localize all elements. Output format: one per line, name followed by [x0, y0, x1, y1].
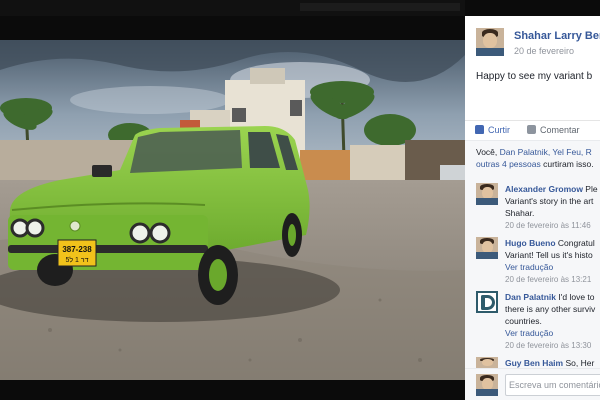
speech-bubble-icon [527, 125, 536, 134]
theater-top-bar [0, 0, 465, 16]
theater-bottom-bar [0, 380, 465, 400]
likers-names-link[interactable]: Dan Palatnik, Yel Feu, R [500, 147, 592, 157]
comment-timestamp[interactable]: 20 de fevereiro às 13:30 [505, 341, 591, 350]
comment-text: Ple [582, 184, 598, 194]
comment-timestamp[interactable]: 20 de fevereiro às 13:21 [505, 275, 591, 284]
thumbs-up-icon [475, 125, 484, 134]
facebook-photo-theater: 387-238 דר 1 ל5 Shahar Larry Ben 20 de f… [0, 0, 600, 400]
license-plate-number: 387-238 [62, 245, 92, 254]
translate-link[interactable]: Ver tradução [505, 328, 553, 338]
likes-summary: Você, Dan Palatnik, Yel Feu, R outras 4 … [465, 140, 600, 178]
likes-line-2: outras 4 pessoas curtiram isso. [476, 159, 594, 169]
comment-author[interactable]: Hugo Bueno Congratul [505, 238, 595, 248]
likes-prefix: Você, [476, 147, 500, 157]
current-user-avatar [476, 374, 498, 396]
car-photo: 387-238 דר 1 ל5 [0, 40, 465, 380]
comment-text: Congratul [555, 238, 595, 248]
license-plate-sub: דר 1 ל5 [65, 256, 88, 264]
post-side-panel: Shahar Larry Ben 20 de fevereiro Happy t… [465, 16, 600, 400]
comment-composer: Escreva um comentário [465, 368, 600, 400]
comment-text-line: countries. [505, 316, 542, 326]
dp-logo-avatar[interactable] [476, 291, 498, 313]
comment-author[interactable]: Dan Palatnik I'd love to [505, 292, 595, 302]
comment-button[interactable]: Comentar [527, 125, 580, 135]
poster-name[interactable]: Shahar Larry Ben [514, 30, 600, 42]
translate-link[interactable]: Ver tradução [505, 262, 553, 272]
photo-viewer[interactable]: 387-238 דר 1 ל5 [0, 40, 465, 380]
likes-line-1: Você, Dan Palatnik, Yel Feu, R [476, 147, 592, 157]
other-likers-link[interactable]: outras 4 pessoas [476, 159, 541, 169]
comment-input[interactable]: Escreva um comentário [505, 374, 600, 396]
post-actions-bar: Curtir Comentar [465, 120, 600, 140]
comment-author[interactable]: Guy Ben Haim So, Her [505, 358, 594, 368]
like-label: Curtir [488, 125, 510, 135]
comment-text-line: Shahar. [505, 208, 535, 218]
poster-avatar[interactable] [476, 28, 504, 56]
comment-text: I'd love to [556, 292, 595, 302]
post-date[interactable]: 20 de fevereiro [514, 46, 574, 56]
comments-list: Alexander Gromow Ple Variant's story in … [465, 178, 600, 378]
likes-suffix: curtiram isso. [540, 159, 594, 169]
post-caption: Happy to see my variant b [476, 71, 593, 82]
comment-avatar[interactable] [476, 237, 498, 259]
comment-text-line: Variant! Tell us it's histo [505, 250, 593, 260]
comment-avatar[interactable] [476, 183, 498, 205]
comment-author[interactable]: Alexander Gromow Ple [505, 184, 598, 194]
comment-timestamp[interactable]: 20 de fevereiro às 11:46 [505, 221, 591, 230]
comment-text-line: there is any other surviv [505, 304, 596, 314]
comment-text-line: Variant's story in the art [505, 196, 594, 206]
like-button[interactable]: Curtir [475, 125, 510, 135]
comment-text: So, Her [563, 358, 595, 368]
comment-label: Comentar [540, 125, 580, 135]
